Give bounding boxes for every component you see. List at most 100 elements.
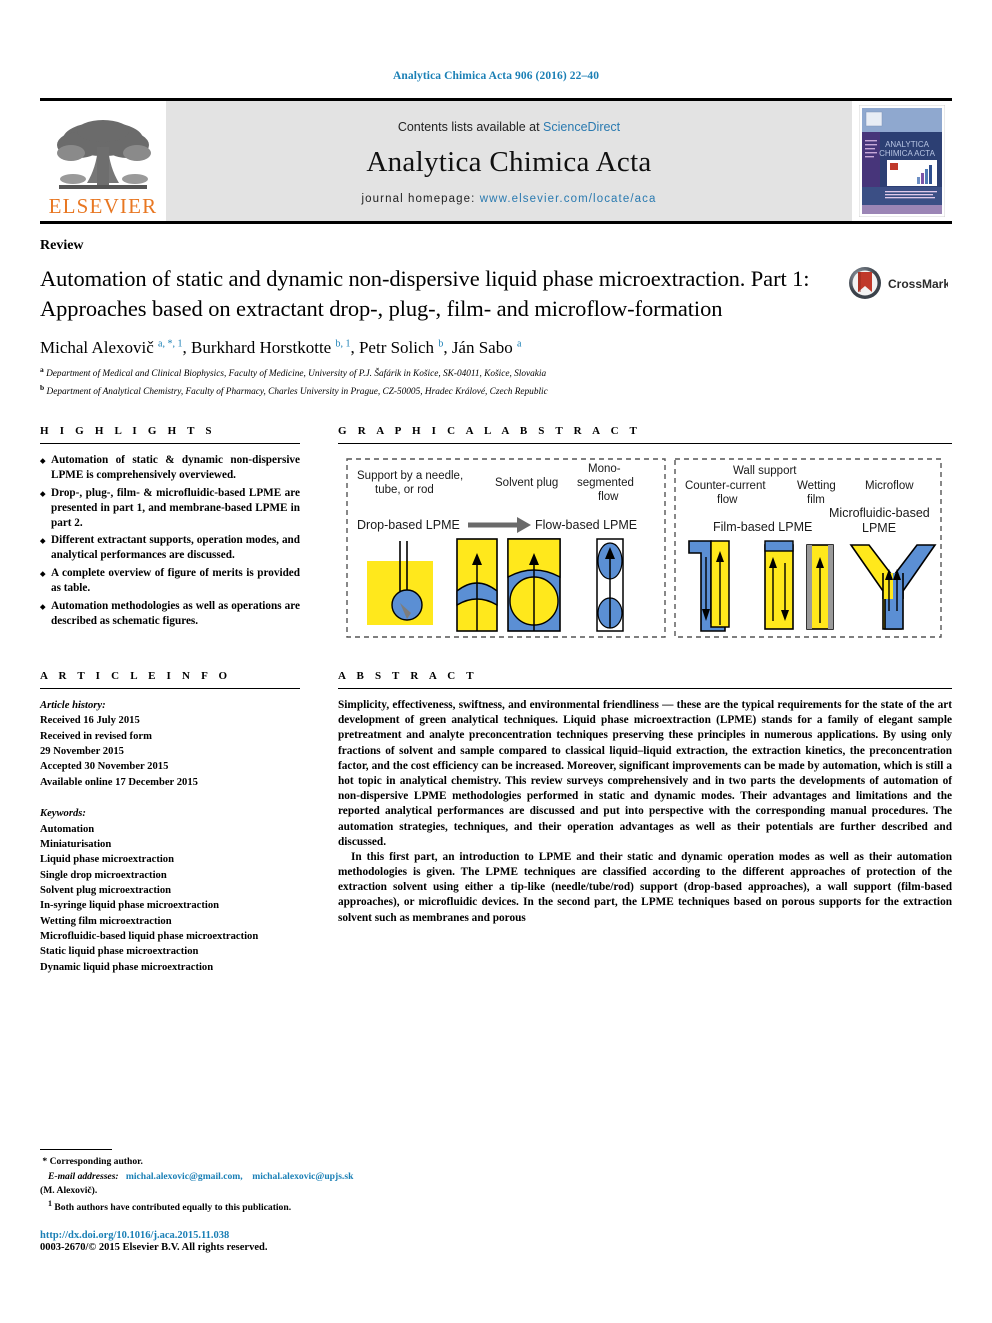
label-microfluidic-1: Microfluidic-based	[829, 506, 930, 520]
crossmark-icon: CrossMark	[849, 267, 950, 299]
keyword-item: Single drop microextraction	[40, 869, 167, 881]
transition-arrow-icon	[468, 517, 531, 534]
label-film-based: Film-based LPME	[713, 520, 812, 534]
highlights-list: Automation of static & dynamic non-dispe…	[40, 453, 300, 629]
corresponding-author-line: * Corresponding author.	[40, 1155, 540, 1169]
label-mono-1: Mono-	[588, 463, 621, 475]
label-mono-2: segmented	[577, 477, 634, 489]
email-owner: (M. Alexovič).	[40, 1185, 98, 1197]
journal-masthead: ELSEVIER Contents lists available at Sci…	[40, 98, 952, 224]
copyright-line: 0003-2670/© 2015 Elsevier B.V. All right…	[40, 1242, 268, 1253]
elsevier-logo: ELSEVIER	[40, 101, 166, 221]
email-line: E-mail addresses: michal.alexovic@gmail.…	[40, 1170, 540, 1184]
keyword-item: Wetting film microextraction	[40, 915, 172, 927]
journal-band: Contents lists available at ScienceDirec…	[166, 101, 852, 221]
journal-title: Analytica Chimica Acta	[366, 145, 652, 178]
history-item: Received 16 July 2015	[40, 715, 140, 727]
email-link-1[interactable]: michal.alexovic@gmail.com,	[126, 1171, 243, 1182]
abstract-paragraph: Simplicity, effectiveness, swiftness, an…	[338, 699, 952, 848]
affiliation-a: a Department of Medical and Clinical Bio…	[40, 365, 547, 380]
keyword-item: Automation	[40, 823, 95, 835]
graphical-abstract-heading: G R A P H I C A L A B S T R A C T	[338, 425, 642, 438]
elsevier-wordmark: ELSEVIER	[48, 194, 158, 218]
article-history: Article history: Received 16 July 2015 R…	[40, 698, 300, 790]
elsevier-tree-icon	[57, 120, 151, 189]
abstract-heading: A B S T R A C T	[338, 670, 478, 683]
history-item: Accepted 30 November 2015	[40, 761, 169, 773]
journal-homepage-link[interactable]: www.elsevier.com/locate/aca	[480, 193, 657, 205]
article-type-label: Review	[40, 238, 84, 253]
diagram-wetting-film-b	[806, 544, 834, 630]
abstract-paragraph: In this first part, an introduction to L…	[338, 850, 952, 924]
history-item: Received in revised form	[40, 730, 152, 742]
highlights-heading: H I G H L I G H T S	[40, 425, 216, 438]
doi-link[interactable]: http://dx.doi.org/10.1016/j.aca.2015.11.…	[40, 1230, 540, 1241]
page-footer: * Corresponding author. E-mail addresses…	[40, 1149, 540, 1253]
keywords-label: Keywords:	[40, 808, 86, 820]
author-list: Michal Alexovič a, *, 1, Burkhard Horstk…	[40, 338, 522, 358]
label-microflow: Microflow	[865, 480, 914, 492]
label-counter-1: Counter-current	[685, 480, 766, 492]
svg-text:ANALYTICA: ANALYTICA	[885, 140, 930, 149]
article-history-label: Article history:	[40, 700, 106, 712]
email-link-2[interactable]: michal.alexovic@upjs.sk	[252, 1171, 353, 1182]
article-info-heading: A R T I C L E I N F O	[40, 670, 232, 683]
history-item: Available online 17 December 2015	[40, 776, 198, 788]
sciencedirect-link[interactable]: ScienceDirect	[543, 120, 620, 134]
list-item: Drop-, plug-, film- & microfluidic-based…	[40, 486, 300, 531]
title-row: Automation of static and dynamic non-dis…	[40, 254, 952, 323]
keywords-block: Keywords: Automation Miniaturisation Liq…	[40, 806, 300, 975]
running-head: Analytica Chimica Acta 906 (2016) 22–40	[392, 70, 600, 82]
contents-prefix: Contents lists available at	[397, 119, 544, 134]
highlights-graphical-row: H I G H L I G H T S Automation of static…	[40, 425, 952, 648]
journal-homepage-line: journal homepage: www.elsevier.com/locat…	[362, 193, 657, 205]
page-title: Automation of static and dynamic non-dis…	[40, 266, 810, 321]
journal-cover-thumbnail: ANALYTICA CHIMICA ACTA	[852, 101, 952, 221]
label-counter-2: flow	[717, 494, 738, 506]
article-info-column: A R T I C L E I N F O Article history: R…	[40, 670, 326, 975]
keyword-item: Liquid phase microextraction	[40, 854, 174, 866]
paper-page: Analytica Chimica Acta 906 (2016) 22–40	[0, 0, 992, 1323]
abstract-rule	[338, 688, 952, 690]
highlights-rule	[40, 443, 300, 445]
abstract-body: Simplicity, effectiveness, swiftness, an…	[338, 698, 952, 926]
keyword-item: Dynamic liquid phase microextraction	[40, 961, 214, 973]
label-wetting-1: Wetting	[797, 480, 836, 492]
diagram-wetting-film-a	[764, 540, 794, 630]
crossmark-badge[interactable]: CrossMark	[848, 254, 952, 305]
list-item: Automation of static & dynamic non-dispe…	[40, 453, 300, 483]
affiliation-b: b Department of Analytical Chemistry, Fa…	[40, 382, 548, 397]
corresponding-label: Corresponding author.	[49, 1156, 143, 1168]
label-flow-based: Flow-based LPME	[535, 518, 637, 532]
list-item: Automation methodologies as well as oper…	[40, 599, 300, 629]
keyword-item: Miniaturisation	[40, 838, 112, 850]
graphical-abstract-rule	[338, 443, 952, 445]
abstract-column: A B S T R A C T Simplicity, effectivenes…	[326, 670, 952, 975]
diagram-solvent-plug-2	[507, 538, 561, 632]
label-microfluidic-2: LPME	[862, 521, 896, 535]
cover-image: ANALYTICA CHIMICA ACTA	[859, 105, 945, 217]
keyword-item: Static liquid phase microextraction	[40, 946, 199, 958]
diagram-solvent-plug-1	[456, 538, 498, 632]
article-info-rule	[40, 688, 300, 690]
label-solvent-plug: Solvent plug	[495, 477, 558, 489]
svg-text:CHIMICA ACTA: CHIMICA ACTA	[879, 149, 936, 158]
footnote-divider	[40, 1149, 112, 1151]
label-drop-based: Drop-based LPME	[357, 518, 460, 532]
list-item: Different extractant supports, operation…	[40, 533, 300, 563]
label-wetting-2: film	[807, 494, 825, 506]
label-needle-support-1: Support by a needle,	[357, 470, 463, 482]
label-mono-3: flow	[598, 491, 619, 503]
highlights-column: H I G H L I G H T S Automation of static…	[40, 425, 326, 648]
footnote-marker: 1	[48, 1199, 52, 1209]
keyword-item: In-syringe liquid phase microextraction	[40, 900, 220, 912]
articleinfo-abstract-row: A R T I C L E I N F O Article history: R…	[40, 670, 952, 975]
diagram-microfluidic-x	[849, 544, 937, 630]
email-label: E-mail addresses:	[48, 1170, 119, 1182]
keyword-item: Microfluidic-based liquid phase microext…	[40, 931, 259, 943]
affiliation-a-text: Department of Medical and Clinical Bioph…	[46, 369, 547, 380]
list-item: A complete overview of figure of merits …	[40, 566, 300, 596]
history-item: 29 November 2015	[40, 746, 124, 758]
crossmark-label: CrossMark	[888, 277, 948, 291]
diagram-counter-current-flow	[688, 540, 730, 632]
